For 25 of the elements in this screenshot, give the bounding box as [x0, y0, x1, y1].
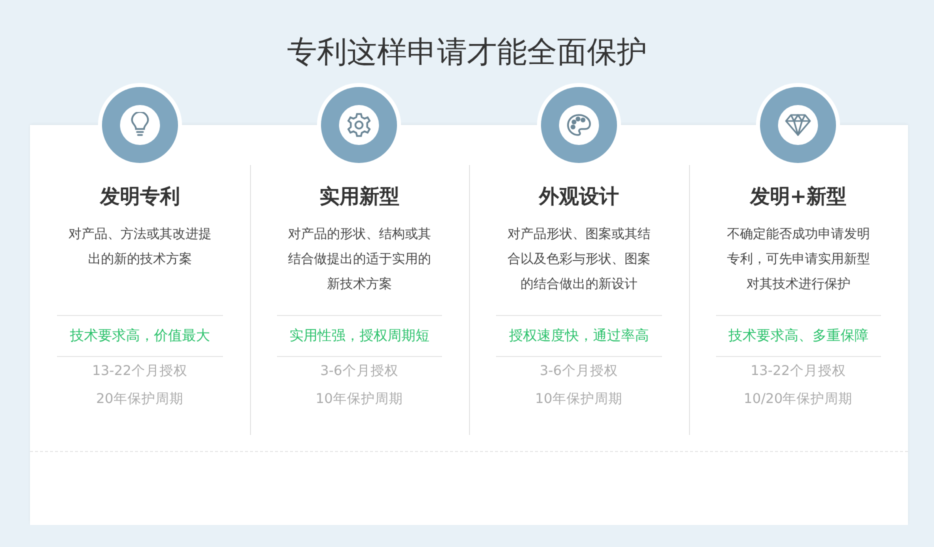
plan-description: 对产品、方法或其改进提出的新的技术方案 [67, 226, 212, 269]
plan-highlight: 实用性强，授权周期短 [276, 315, 442, 357]
plan-name: 发明+新型 [750, 183, 847, 210]
palette-icon [566, 113, 592, 137]
gear-icon [346, 112, 372, 138]
plan-name: 外观设计 [538, 183, 619, 210]
grant-time: 13-22个月授权 [750, 362, 846, 381]
plan-description: 对产品形状、图案或其结合以及色彩与形状、图案的结合做出的新设计 [506, 226, 652, 294]
protection-period: 10年保护周期 [535, 390, 622, 409]
plan-highlight: 授权速度快，通过率高 [496, 315, 662, 357]
plan-highlight: 技术要求高，价值最大 [57, 315, 222, 357]
protection-period: 20年保护周期 [96, 390, 184, 409]
plan-name: 实用新型 [319, 183, 400, 210]
diamond-icon [784, 113, 812, 137]
grant-time: 3-6个月授权 [320, 362, 398, 381]
lightbulb-icon [128, 112, 151, 138]
grant-time: 3-6个月授权 [540, 362, 618, 381]
plan-description: 不确定能否成功申请发明专利，可先申请实用新型对其技术进行保护 [726, 226, 871, 294]
plan-description: 对产品的形状、结构或其结合做提出的适于实用的新技术方案 [286, 226, 432, 294]
grant-time: 13-22个月授权 [92, 362, 188, 381]
protection-period: 10/20年保护周期 [744, 390, 853, 409]
plan-highlight: 技术要求高、多重保障 [716, 315, 881, 357]
section-title: 专利这样申请才能全面保护 [286, 34, 648, 72]
protection-period: 10年保护周期 [316, 390, 403, 409]
plan-name: 发明专利 [100, 183, 180, 210]
